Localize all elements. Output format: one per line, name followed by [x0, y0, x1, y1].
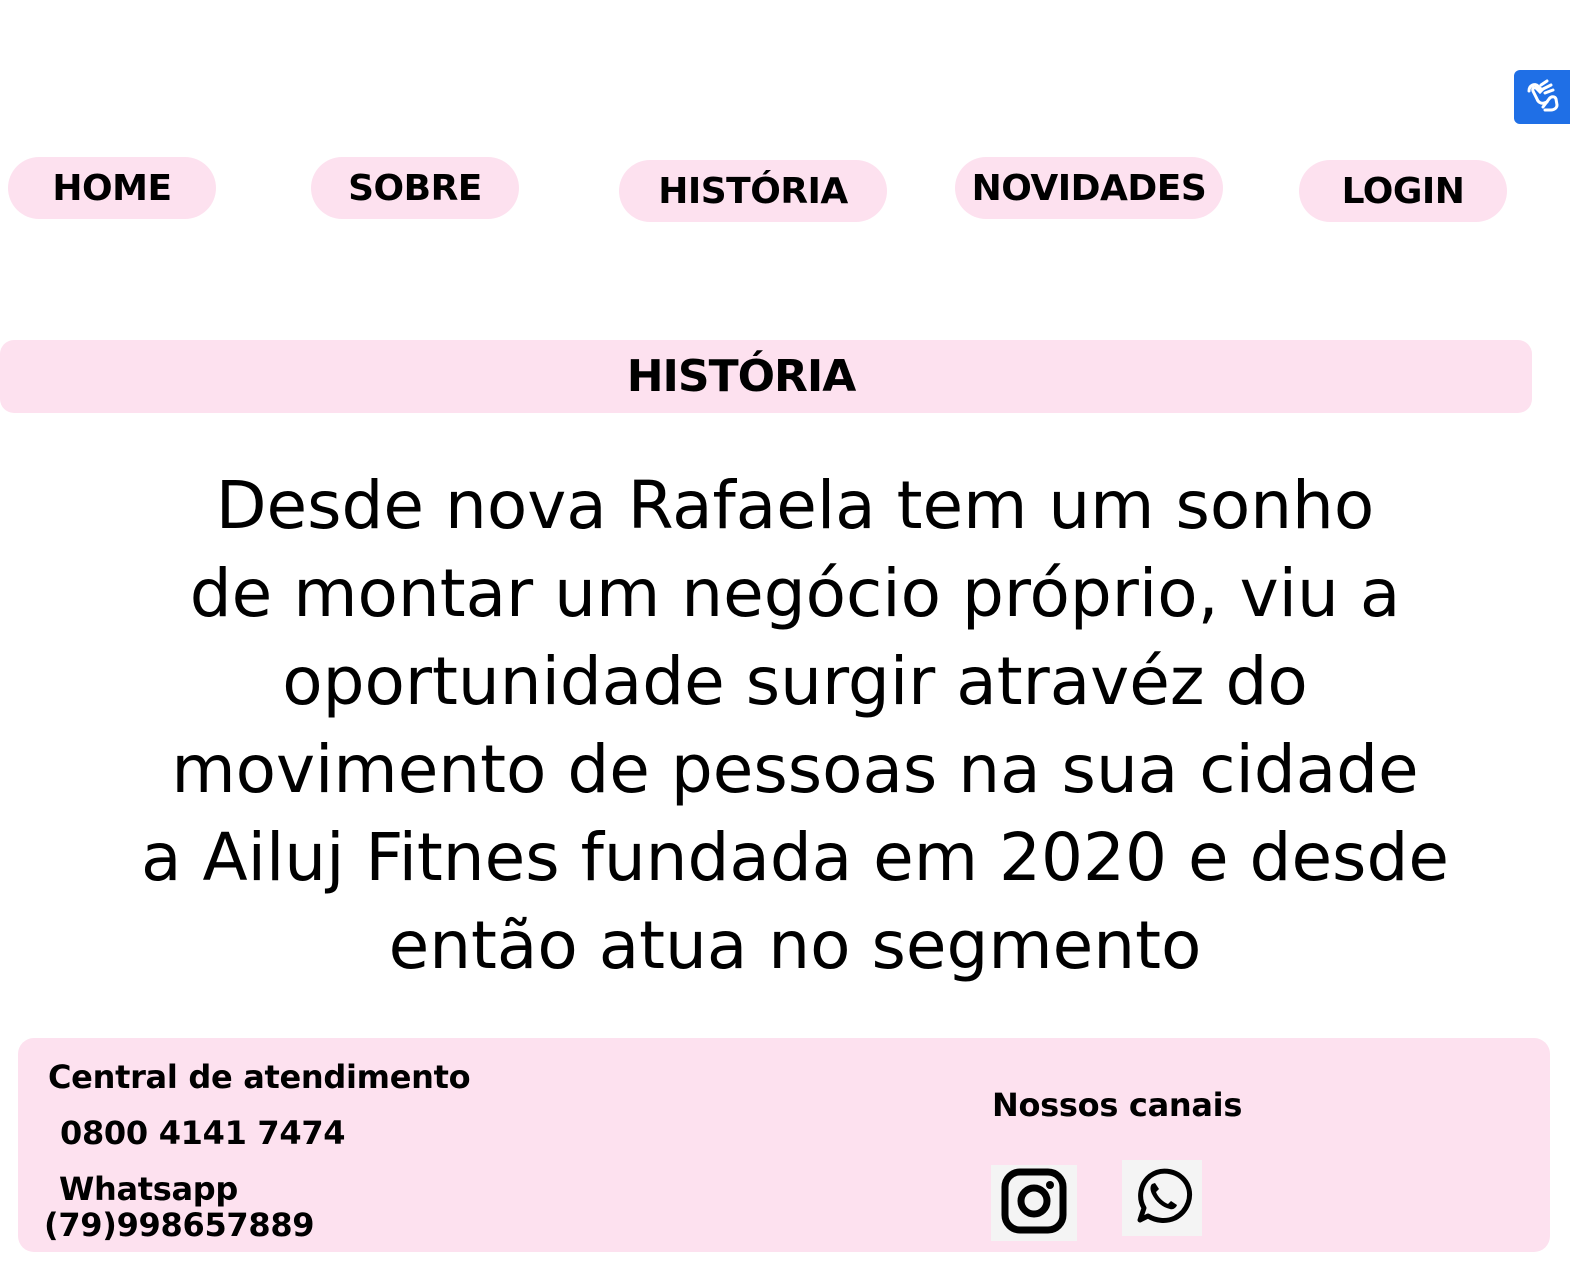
story-line: então atua no segmento: [388, 907, 1202, 984]
whatsapp-icon: [1130, 1164, 1194, 1233]
accessibility-button[interactable]: [1514, 70, 1570, 124]
nav-historia[interactable]: HISTÓRIA: [619, 160, 887, 222]
instagram-link[interactable]: [991, 1165, 1077, 1241]
nav-sobre[interactable]: SOBRE: [311, 157, 519, 219]
sign-language-hands-icon: [1523, 77, 1561, 118]
story-line: movimento de pessoas na sua cidade: [171, 731, 1419, 808]
whatsapp-number: (79)998657889: [44, 1206, 315, 1244]
section-header: HISTÓRIA: [0, 340, 1532, 413]
whatsapp-label: Whatsapp: [59, 1170, 239, 1208]
instagram-icon: [1001, 1168, 1067, 1239]
central-label: Central de atendimento: [48, 1058, 471, 1096]
central-phone: 0800 4141 7474: [60, 1114, 346, 1152]
story-line: a Ailuj Fitnes fundada em 2020 e desde: [141, 819, 1449, 896]
story-line: de montar um negócio próprio, viu a: [189, 555, 1401, 632]
section-title: HISTÓRIA: [626, 351, 857, 402]
nav-home[interactable]: HOME: [8, 157, 216, 219]
nav-novidades[interactable]: NOVIDADES: [955, 157, 1223, 219]
story-line: Desde nova Rafaela tem um sonho: [215, 467, 1375, 544]
whatsapp-link[interactable]: [1122, 1160, 1202, 1236]
story-text: Desde nova Rafaela tem um sonho de monta…: [0, 462, 1576, 990]
footer: Central de atendimento 0800 4141 7474 Wh…: [18, 1038, 1550, 1252]
nav-login[interactable]: LOGIN: [1299, 160, 1507, 222]
story-line: oportunidade surgir atravéz do: [282, 643, 1308, 720]
channels-label: Nossos canais: [992, 1086, 1243, 1124]
